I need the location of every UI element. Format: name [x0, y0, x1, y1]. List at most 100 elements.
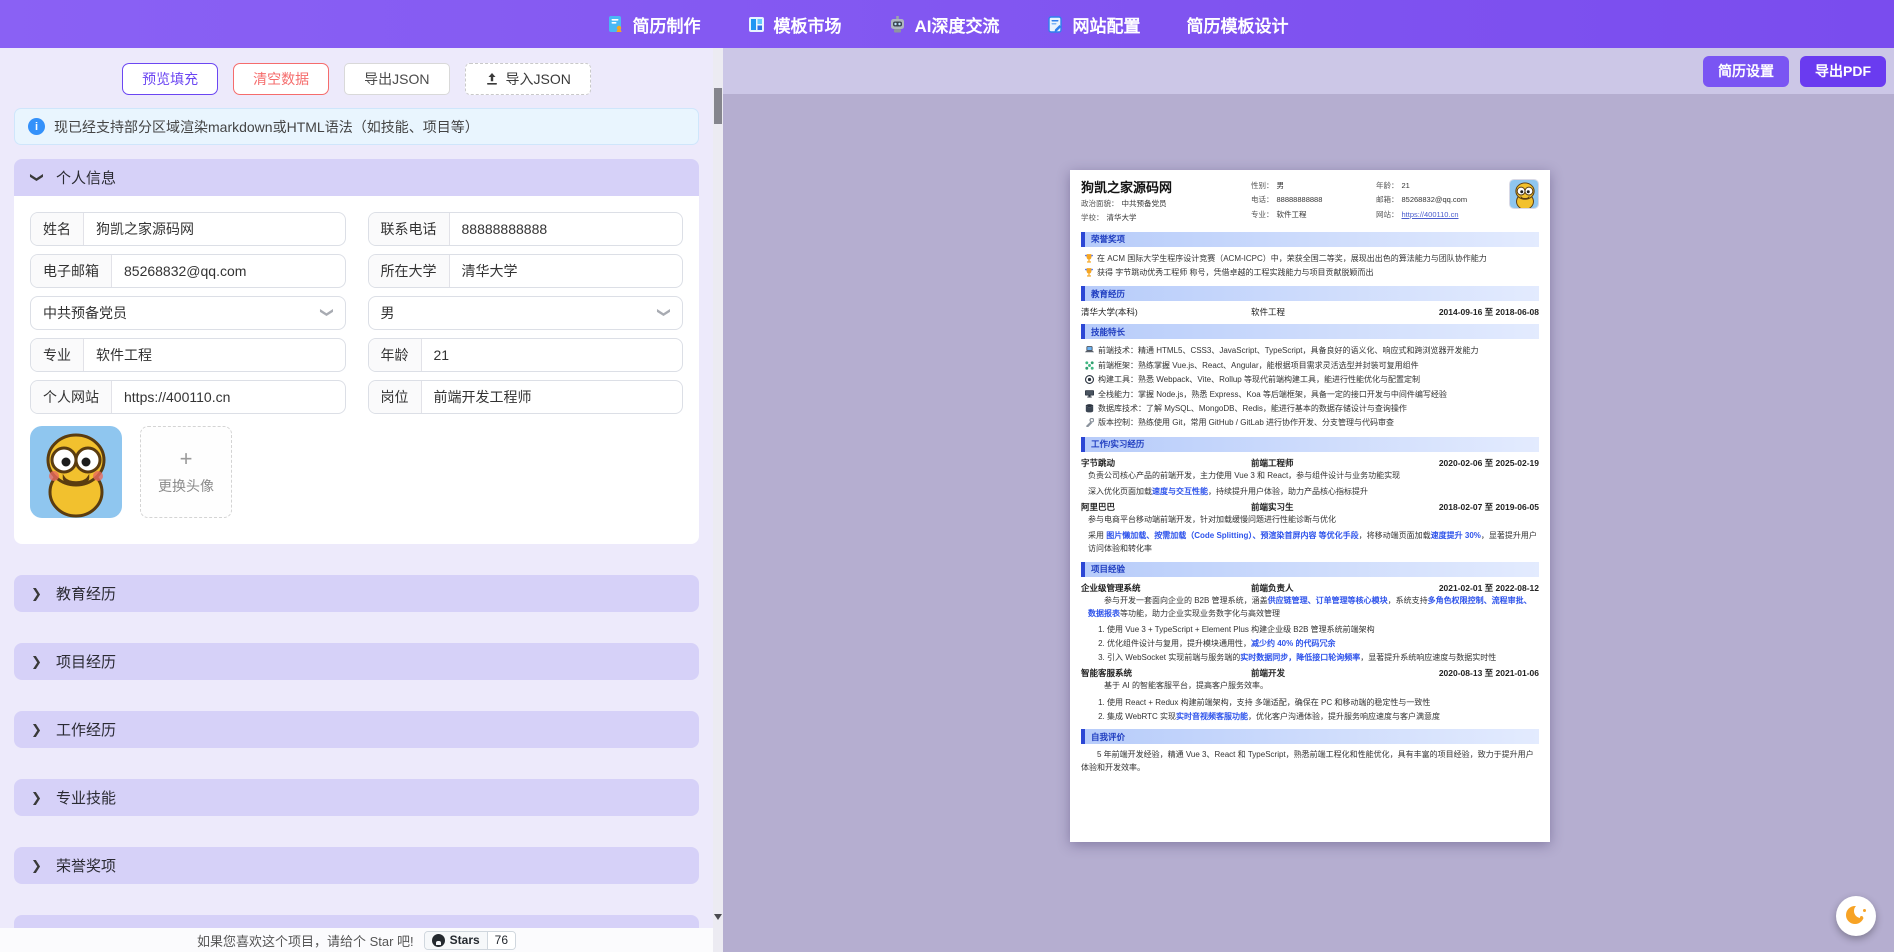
scrollbar-down-arrow[interactable] [714, 914, 722, 920]
preview-fill-button[interactable]: 预览填充 [122, 63, 218, 95]
resume-header-label: 电话： [1251, 195, 1274, 204]
robot-icon [888, 15, 907, 34]
chevron-right-icon: ❯ [31, 858, 43, 874]
education-school: 清华大学(本科) [1081, 306, 1251, 318]
project-entry-row: 智能客服系统 前端开发 2020-08-13 至 2021-01-06 [1081, 667, 1539, 679]
change-avatar-upload[interactable]: + 更换头像 [140, 426, 232, 518]
theme-toggle-button[interactable] [1836, 896, 1876, 936]
email-input[interactable] [112, 255, 345, 287]
project-list: 使用 Vue 3 + TypeScript + Element Plus 构建企… [1081, 623, 1539, 664]
info-icon: i [28, 118, 45, 135]
name-input[interactable] [84, 213, 345, 245]
skill-item: 构建工具：熟悉 Webpack、Vite、Rollup 等现代前端构建工具，能进… [1081, 373, 1539, 387]
section-work[interactable]: ❯ 工作经历 [14, 711, 699, 748]
resume-header-label: 性别： [1251, 181, 1274, 190]
nav-item-template-market[interactable]: 模板市场 [747, 12, 842, 37]
chevron-down-icon: ❯ [656, 307, 672, 319]
nav-item-site-config[interactable]: 网站配置 [1046, 12, 1141, 37]
work-entry-row: 字节跳动 前端工程师 2020-02-06 至 2025-02-19 [1081, 457, 1539, 469]
job-field-label: 岗位 [369, 381, 422, 413]
section-skills[interactable]: ❯ 专业技能 [14, 779, 699, 816]
skill-item: 全栈能力：掌握 Node.js，熟悉 Express、Koa 等后端框架，具备一… [1081, 388, 1539, 402]
import-json-label: 导入JSON [506, 69, 571, 89]
project-list-item: 集成 WebRTC 实现实时音视频客服功能，优化客户沟通体验，提升服务响应速度与… [1107, 710, 1539, 724]
project-list-item: 引入 WebSocket 实现前端与服务端的实时数据同步，降低接口轮询频率，显著… [1107, 651, 1539, 665]
honor-item: 在 ACM 国际大学生程序设计竞赛（ACM-ICPC）中，荣获全国二等奖，展现出… [1081, 252, 1539, 266]
work-company: 字节跳动 [1081, 457, 1251, 469]
website-field-group: 个人网站 [30, 380, 346, 414]
phone-input[interactable] [450, 213, 683, 245]
nav-item-template-design[interactable]: 简历模板设计 [1187, 12, 1289, 37]
work-company: 阿里巴巴 [1081, 501, 1251, 513]
top-navbar: 简历制作 模板市场 AI深度交流 网站配置 简历模板设计 [0, 0, 1894, 48]
university-field-label: 所在大学 [369, 255, 450, 287]
upload-icon [485, 72, 499, 86]
personal-info-title: 个人信息 [56, 167, 116, 188]
nav-item-label: 网站配置 [1073, 12, 1141, 37]
section-projects[interactable]: ❯ 项目经历 [14, 643, 699, 680]
plus-icon: + [180, 448, 193, 470]
website-input[interactable] [112, 381, 345, 413]
name-field-label: 姓名 [31, 213, 84, 245]
gender-select[interactable]: 男 ❯ [368, 296, 684, 330]
section-honors[interactable]: ❯ 荣誉奖项 [14, 847, 699, 884]
work-line: 参与电商平台移动端前端开发，针对加载缓慢问题进行性能诊断与优化 [1081, 514, 1539, 527]
project-name: 智能客服系统 [1081, 667, 1251, 679]
university-input[interactable] [450, 255, 683, 287]
preview-toolbar: 简历设置 导出PDF [723, 48, 1894, 94]
phone-field-group: 联系电话 [368, 212, 684, 246]
resume-settings-button[interactable]: 简历设置 [1703, 56, 1789, 87]
work-line: 采用 图片懒加载、按需加载（Code Splitting）、预渲染首屏内容 等优… [1081, 530, 1539, 556]
chevron-right-icon: ❯ [31, 790, 43, 806]
education-row: 清华大学(本科) 软件工程 2014-09-16 至 2018-06-08 [1081, 306, 1539, 318]
nav-item-resume-builder[interactable]: 简历制作 [606, 12, 701, 37]
left-panel-scrollbar[interactable] [713, 48, 723, 952]
resume-header-label: 专业： [1251, 210, 1274, 219]
work-entry-row: 阿里巴巴 前端实习生 2018-02-07 至 2019-06-05 [1081, 501, 1539, 513]
personal-info-header[interactable]: ❯ 个人信息 [14, 159, 699, 196]
editor-panel: 预览填充 清空数据 导出JSON 导入JSON i 现已经支持部分区域渲染mar… [0, 48, 713, 952]
resume-header-value: 21 [1402, 181, 1410, 190]
import-json-button[interactable]: 导入JSON [465, 63, 591, 95]
template-grid-icon [747, 15, 766, 34]
resume-name: 狗凯之家源码网 [1081, 179, 1251, 197]
political-status-select[interactable]: 中共预备党员 ❯ [30, 296, 346, 330]
export-pdf-button[interactable]: 导出PDF [1800, 56, 1886, 87]
project-role: 前端负责人 [1251, 582, 1411, 594]
resume-section-work: 工作/实习经历 [1081, 437, 1539, 452]
section-label: 教育经历 [56, 583, 116, 604]
section-education[interactable]: ❯ 教育经历 [14, 575, 699, 612]
age-field-label: 年龄 [369, 339, 422, 371]
email-field-group: 电子邮箱 [30, 254, 346, 288]
nav-item-label: 模板市场 [774, 12, 842, 37]
export-json-button[interactable]: 导出JSON [344, 63, 449, 95]
laptop-icon [1085, 346, 1094, 354]
github-stars-badge[interactable]: Stars 76 [424, 931, 516, 950]
trophy-icon [1085, 254, 1093, 263]
chevron-right-icon: ❯ [31, 586, 43, 602]
skill-text: 构建工具：熟悉 Webpack、Vite、Rollup 等现代前端构建工具，能进… [1098, 374, 1420, 386]
education-major: 软件工程 [1251, 306, 1411, 318]
resume-header-label: 政治面貌： [1081, 199, 1119, 208]
resume-paper: 狗凯之家源码网 政治面貌：中共预备党员 学校：清华大学 性别：男 电话：8888… [1070, 170, 1550, 842]
chevron-right-icon: ❯ [31, 722, 43, 738]
chevron-right-icon: ❯ [31, 654, 43, 670]
scrollbar-thumb[interactable] [714, 88, 722, 124]
section-label: 项目经历 [56, 651, 116, 672]
major-input[interactable] [84, 339, 345, 371]
age-input[interactable] [422, 339, 683, 371]
section-label: 工作经历 [56, 719, 116, 740]
accordion-sections: ❯ 教育经历 ❯ 项目经历 ❯ 工作经历 ❯ 专业技能 ❯ 荣誉奖项 [14, 575, 699, 952]
nav-item-ai-chat[interactable]: AI深度交流 [888, 12, 1000, 37]
nav-item-label: 简历模板设计 [1187, 12, 1289, 37]
clear-data-button[interactable]: 清空数据 [233, 63, 329, 95]
project-list: 使用 React + Redux 构建前端架构，支持 多端适配，确保在 PC 和… [1081, 696, 1539, 723]
job-input[interactable] [422, 381, 683, 413]
resume-header-value: 软件工程 [1277, 210, 1307, 219]
resume-header-value: 88888888888 [1277, 195, 1323, 204]
skill-item: 前端框架：熟练掌握 Vue.js、React、Angular，能根据项目需求灵活… [1081, 359, 1539, 373]
wrench-icon [1085, 418, 1094, 427]
resume-website-link[interactable]: https://400110.cn [1402, 210, 1459, 219]
resume-header-label: 邮箱： [1376, 195, 1399, 204]
age-field-group: 年龄 [368, 338, 684, 372]
